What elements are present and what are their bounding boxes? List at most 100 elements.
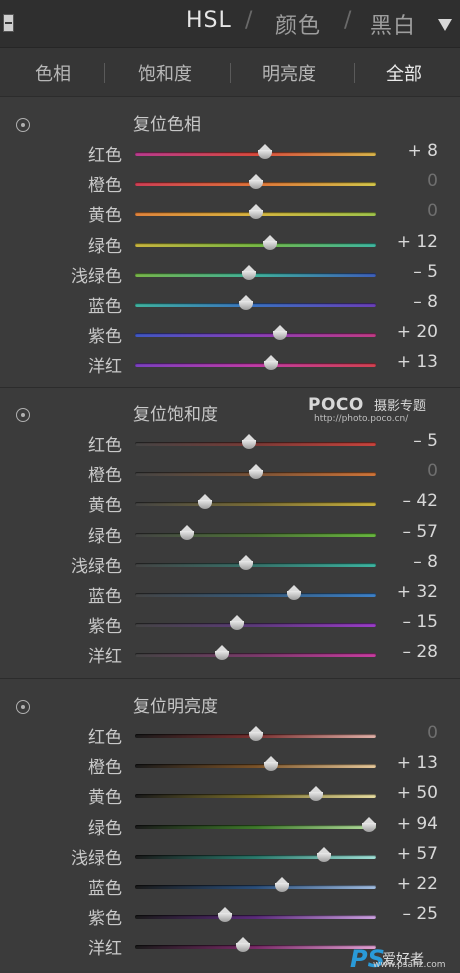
slider-value[interactable]: – 8 [413, 552, 438, 572]
luminance-slider-track-yellow[interactable] [135, 794, 376, 798]
luminance-slider-track-magenta[interactable] [135, 945, 376, 949]
hue-slider-track-green[interactable] [135, 243, 376, 247]
slider-value[interactable]: – 57 [402, 522, 438, 542]
tab-hue[interactable]: 色相 [35, 60, 71, 86]
slider-label: 绿色 [88, 527, 122, 547]
hue-slider-track-magenta[interactable] [135, 363, 376, 367]
luminance-slider-track-aqua[interactable] [135, 855, 376, 859]
target-adjust-icon[interactable] [16, 118, 30, 132]
slider-label: 橙色 [88, 176, 122, 196]
slider-thumb[interactable] [264, 756, 279, 772]
tab-all[interactable]: 全部 [386, 60, 422, 86]
slider-label: 浅绿色 [71, 267, 122, 287]
slider-thumb[interactable] [272, 325, 287, 341]
slider-value[interactable]: + 22 [397, 874, 438, 894]
slider-thumb[interactable] [258, 144, 273, 160]
slider-value[interactable]: – 25 [402, 904, 438, 924]
slider-value[interactable]: + 8 [408, 141, 438, 161]
tab-luminance[interactable]: 明亮度 [262, 60, 316, 86]
slider-value[interactable]: – 5 [413, 262, 438, 282]
target-adjust-icon[interactable] [16, 408, 30, 422]
slider-value[interactable]: + 94 [397, 814, 438, 834]
slider-value[interactable]: + 32 [397, 582, 438, 602]
slider-thumb[interactable] [287, 585, 302, 601]
panel-header: HSL / 颜色 / 黑白 [0, 0, 460, 48]
hue-slider-track-purple[interactable] [135, 333, 376, 337]
saturation-slider-track-magenta[interactable] [135, 653, 376, 657]
slider-value[interactable]: – 5 [413, 431, 438, 451]
slider-value[interactable]: + 12 [397, 232, 438, 252]
slider-thumb[interactable] [248, 174, 263, 190]
slider-value[interactable]: – 8 [413, 292, 438, 312]
slider-thumb[interactable] [275, 877, 289, 893]
target-adjust-icon[interactable] [16, 700, 30, 714]
slider-value[interactable]: + 13 [397, 352, 438, 372]
slider-value[interactable]: 0 [427, 171, 438, 191]
slider-value[interactable]: + 57 [397, 844, 438, 864]
slider-label: 洋红 [88, 939, 122, 959]
reset-saturation-link[interactable]: 复位饱和度 [133, 400, 218, 425]
slider-label: 红色 [88, 146, 122, 166]
panel-collapse-icon[interactable] [3, 14, 14, 32]
luminance-slider-track-green[interactable] [135, 825, 376, 829]
slider-thumb[interactable] [317, 847, 332, 863]
slider-thumb[interactable] [218, 907, 233, 923]
slider-thumb[interactable] [197, 494, 212, 510]
slider-thumb[interactable] [361, 817, 376, 833]
slider-thumb[interactable] [248, 204, 263, 220]
slider-thumb[interactable] [262, 235, 277, 251]
saturation-slider-track-yellow[interactable] [135, 502, 376, 506]
slider-value[interactable]: + 50 [397, 783, 438, 803]
slider-thumb[interactable] [242, 265, 257, 281]
slider-thumb[interactable] [242, 434, 257, 450]
slider-label: 橙色 [88, 466, 122, 486]
luminance-slider-track-purple[interactable] [135, 915, 376, 919]
luminance-row-aqua: 浅绿色 + 57 [0, 841, 460, 871]
luminance-slider-track-blue[interactable] [135, 885, 376, 889]
slider-value[interactable]: – 15 [402, 612, 438, 632]
slider-value[interactable]: – 28 [402, 642, 438, 662]
saturation-slider-track-aqua[interactable] [135, 563, 376, 567]
luminance-row-green: 绿色 + 94 [0, 811, 460, 841]
mode-color[interactable]: 颜色 [275, 8, 321, 40]
tab-divider [104, 63, 105, 83]
mode-hsl[interactable]: HSL [186, 8, 232, 33]
saturation-slider-track-purple[interactable] [135, 623, 376, 627]
hue-row-purple: 紫色 + 20 [0, 319, 460, 349]
triangle-down-icon[interactable] [438, 19, 452, 31]
slider-value[interactable]: + 20 [397, 322, 438, 342]
slider-value[interactable]: – 42 [402, 491, 438, 511]
luminance-slider-track-orange[interactable] [135, 764, 376, 768]
slider-value[interactable]: 0 [427, 723, 438, 743]
slider-value[interactable]: + 13 [397, 753, 438, 773]
slider-thumb[interactable] [238, 555, 253, 571]
slider-label: 蓝色 [88, 297, 122, 317]
slider-thumb[interactable] [264, 355, 279, 371]
slider-thumb[interactable] [248, 726, 263, 742]
poco-watermark: POCO 摄影专题 http://photo.poco.cn/ [308, 395, 426, 424]
slider-label: 橙色 [88, 758, 122, 778]
slider-thumb[interactable] [238, 295, 253, 311]
slider-thumb[interactable] [214, 645, 229, 661]
slider-value[interactable]: 0 [427, 461, 438, 481]
slider-thumb[interactable] [248, 464, 263, 480]
section-divider [0, 678, 460, 679]
saturation-slider-track-blue[interactable] [135, 593, 376, 597]
saturation-row-blue: 蓝色 + 32 [0, 579, 460, 609]
slider-thumb[interactable] [230, 615, 245, 631]
slider-thumb[interactable] [236, 937, 251, 953]
ps-logo-url: www.psahz.com [373, 960, 446, 970]
mode-bw[interactable]: 黑白 [370, 8, 416, 40]
reset-luminance-link[interactable]: 复位明亮度 [133, 692, 218, 717]
reset-hue-link[interactable]: 复位色相 [133, 110, 201, 135]
slider-value[interactable]: 0 [427, 201, 438, 221]
tab-saturation[interactable]: 饱和度 [138, 60, 192, 86]
hue-slider-track-red[interactable] [135, 152, 376, 156]
slider-thumb[interactable] [179, 525, 194, 541]
saturation-slider-track-green[interactable] [135, 533, 376, 537]
hue-slider-track-blue[interactable] [135, 303, 376, 307]
mode-separator: / [344, 8, 352, 33]
tab-divider [230, 63, 231, 83]
slider-thumb[interactable] [308, 786, 323, 802]
slider-label: 黄色 [88, 788, 122, 808]
